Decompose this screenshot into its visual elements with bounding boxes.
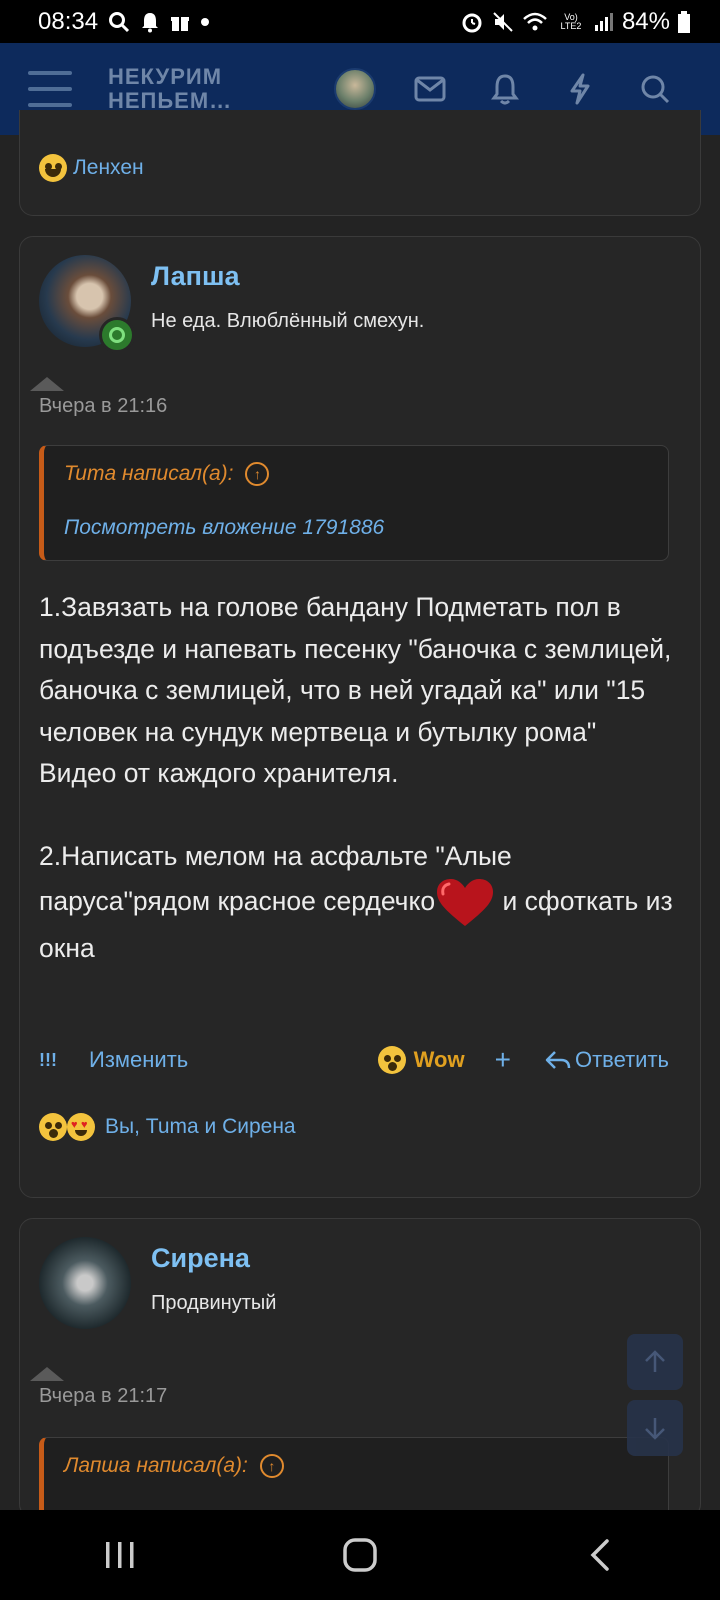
back-button[interactable] [555,1520,645,1590]
avatar[interactable] [39,255,135,353]
arrow-up-icon [30,377,64,391]
avatar[interactable] [39,1237,131,1329]
edit-button[interactable]: Изменить [89,1047,188,1073]
go-to-quote-icon[interactable]: ↑ [245,462,270,486]
user-title: Не еда. Влюблённый смехун. [151,310,425,332]
post-card: Лапша Не еда. Влюблённый смехун. Вчера в… [19,236,701,1198]
envelope-icon [414,76,445,102]
post-text-1: 1.Завязать на голове бандану Подметать п… [39,592,672,916]
wow-emoji-icon [39,1113,67,1141]
recent-apps-button[interactable] [75,1520,165,1590]
wow-label: Wow [413,1047,465,1072]
lightning-icon [570,73,589,105]
go-to-quote-icon[interactable]: ↑ [259,1454,284,1478]
heart-eyes-emoji-icon: ♥ ♥ [67,1113,95,1141]
quote-author: Tuma написал(а): [64,462,234,485]
site-logo[interactable]: НЕКУРИМ НЕПЬЕМ… [108,65,308,113]
back-icon [590,1539,609,1571]
reactions-summary[interactable]: Ленхен [39,154,144,182]
recent-apps-icon [106,1542,134,1568]
reply-icon [545,1051,571,1069]
next-post-card: Сирена Продвинутый Вчера в 21:17 Лапша н… [19,1218,701,1527]
logo-line-1: НЕКУРИМ [108,64,223,89]
scroll-to-top-button[interactable] [627,1334,683,1390]
laugh-emoji-icon [39,154,67,182]
search-icon [641,75,669,104]
wow-emoji-icon [377,1046,406,1074]
quote-block: Tuma написал(а): ↑ Посмотреть вложение 1… [39,445,669,561]
multi-quote-button[interactable]: + [495,1044,511,1076]
battery-percent: 84% [621,7,670,35]
previous-post-card: Ленхен [19,110,701,216]
search-icon [108,11,130,33]
post-author: Сирена Продвинутый [39,1237,276,1329]
menu-icon[interactable] [28,71,72,107]
reactions-users[interactable]: Ленхен [73,156,144,180]
home-button[interactable] [315,1520,405,1590]
username[interactable]: Сирена [151,1243,276,1274]
react-wow-button[interactable]: Wow [377,1046,465,1074]
post-timestamp[interactable]: Вчера в 21:17 [39,1385,167,1408]
mute-icon [492,11,514,33]
home-icon [343,1538,377,1572]
status-time: 08:34 [38,7,99,35]
post-body: 1.Завязать на голове бандану Подметать п… [39,587,679,969]
username[interactable]: Лапша [151,261,424,292]
attachment-link[interactable]: Посмотреть вложение 1791886 [64,516,648,540]
report-button[interactable]: !!! [39,1050,89,1071]
arrow-up-icon [30,1367,64,1381]
red-heart-icon [437,878,494,926]
reply-button[interactable]: Ответить [545,1047,669,1073]
dot-icon [200,17,210,27]
signal-icon [594,12,614,32]
wifi-icon [522,11,548,33]
scroll-to-bottom-button[interactable] [627,1400,683,1456]
user-title: Продвинутый [151,1292,277,1314]
battery-icon [678,10,690,33]
avatar [333,68,376,110]
bell-icon [490,74,519,105]
reactions-summary[interactable]: ♥ ♥ Вы, Tuma и Сирена [39,1113,296,1141]
notification-bell-icon [140,11,160,33]
arrow-up-icon [645,1350,665,1372]
network-label: Vo) LTE2 [560,11,582,31]
arrow-down-icon [645,1418,665,1440]
reactions-users[interactable]: Вы, Tuma и Сирена [105,1115,296,1139]
system-nav-bar [0,1510,720,1600]
quote-author: Лапша написал(а): [64,1454,248,1477]
gift-icon [170,12,190,32]
post-author: Лапша Не еда. Влюблённый смехун. [39,255,425,353]
reply-label: Ответить [574,1047,669,1072]
post-actions: !!! Изменить Wow + Ответить [39,1043,669,1077]
post-timestamp[interactable]: Вчера в 21:16 [39,395,167,418]
status-bar: 08:34 Vo) LTE2 84% [0,0,720,43]
alarm-icon [460,10,484,34]
online-status-icon [99,317,135,353]
